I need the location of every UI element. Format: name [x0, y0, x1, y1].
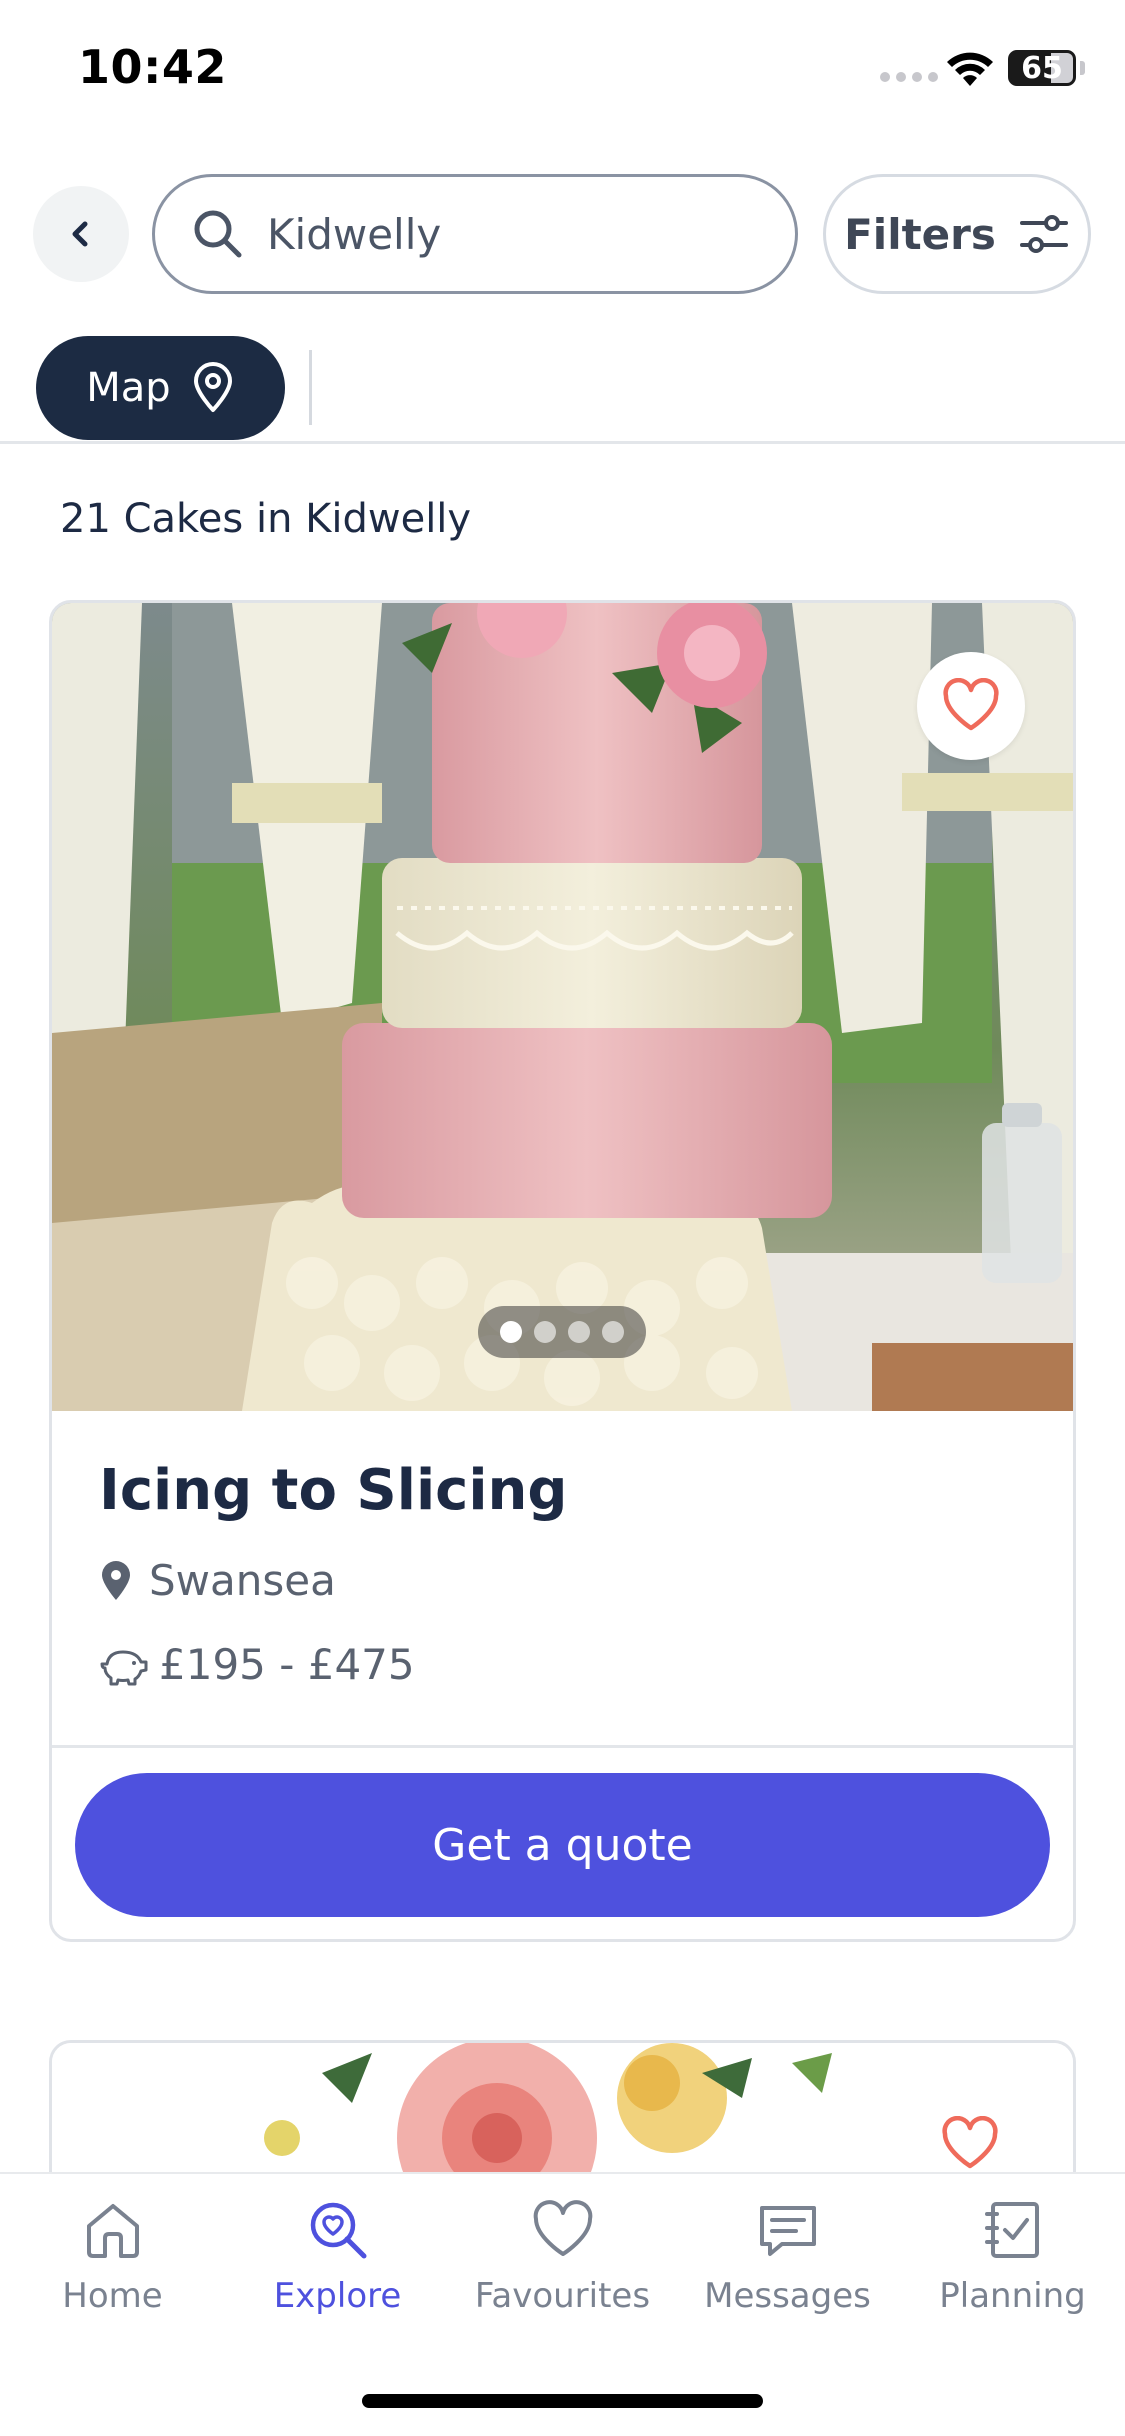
signal-icon — [880, 72, 938, 82]
location-text: Swansea — [149, 1556, 336, 1605]
location-pin-icon — [102, 1560, 130, 1600]
tab-favourites[interactable]: Favourites — [450, 2192, 675, 2332]
search-input[interactable] — [267, 209, 747, 259]
battery-cap — [1080, 61, 1085, 75]
battery-icon: 65 — [1008, 50, 1076, 86]
checklist-icon — [984, 2202, 1039, 2258]
tab-messages[interactable]: Messages — [675, 2192, 900, 2332]
get-quote-button[interactable]: Get a quote — [75, 1773, 1050, 1917]
tab-label: Explore — [273, 2276, 402, 2316]
heart-icon — [943, 678, 999, 731]
carousel-dot-3[interactable] — [568, 1321, 590, 1343]
tab-label: Favourites — [474, 2276, 651, 2316]
tab-label: Messages — [704, 2276, 871, 2316]
map-label: Map — [86, 365, 171, 411]
chip-divider — [309, 350, 312, 425]
message-icon — [759, 2206, 816, 2256]
get-quote-label: Get a quote — [432, 1819, 693, 1871]
search-field[interactable] — [152, 174, 798, 294]
header-divider — [0, 441, 1125, 444]
status-bar: 10:42 65 — [0, 0, 1125, 135]
sliders-icon — [1019, 215, 1068, 253]
home-icon — [86, 2204, 139, 2258]
wifi-icon — [947, 52, 993, 86]
image-carousel-dots — [478, 1306, 646, 1358]
map-pin-icon — [193, 362, 232, 412]
price-text: £195 - £475 — [159, 1640, 415, 1689]
explore-icon — [310, 2202, 366, 2259]
tab-home[interactable]: Home — [0, 2192, 225, 2332]
tab-planning[interactable]: Planning — [900, 2192, 1125, 2332]
listing-location: Swansea — [99, 1556, 336, 1605]
carousel-dot-4[interactable] — [602, 1321, 624, 1343]
search-icon — [194, 210, 242, 258]
results-count: 21 Cakes in Kidwelly — [60, 496, 472, 542]
carousel-dot-2[interactable] — [534, 1321, 556, 1343]
tab-label: Home — [62, 2276, 163, 2316]
listing-price: £195 - £475 — [99, 1640, 415, 1689]
listing-title[interactable]: Icing to Slicing — [99, 1458, 567, 1523]
status-time: 10:42 — [78, 40, 227, 94]
listing-card[interactable] — [49, 600, 1076, 1942]
piggy-bank-icon — [100, 1650, 148, 1685]
heart-icon — [942, 2116, 998, 2169]
heart-icon — [533, 2200, 592, 2256]
carousel-dot-1[interactable] — [500, 1321, 522, 1343]
favourite-button[interactable] — [917, 652, 1025, 760]
map-button[interactable]: Map — [36, 336, 285, 440]
home-indicator — [362, 2394, 763, 2408]
filters-button[interactable]: Filters — [823, 174, 1091, 294]
filters-label: Filters — [844, 209, 996, 259]
tab-explore[interactable]: Explore — [225, 2192, 450, 2332]
card-divider — [52, 1745, 1073, 1748]
back-button[interactable] — [33, 186, 129, 282]
chevron-left-icon — [72, 221, 88, 247]
tab-label: Planning — [939, 2276, 1086, 2316]
battery-level: 65 — [1021, 50, 1063, 86]
